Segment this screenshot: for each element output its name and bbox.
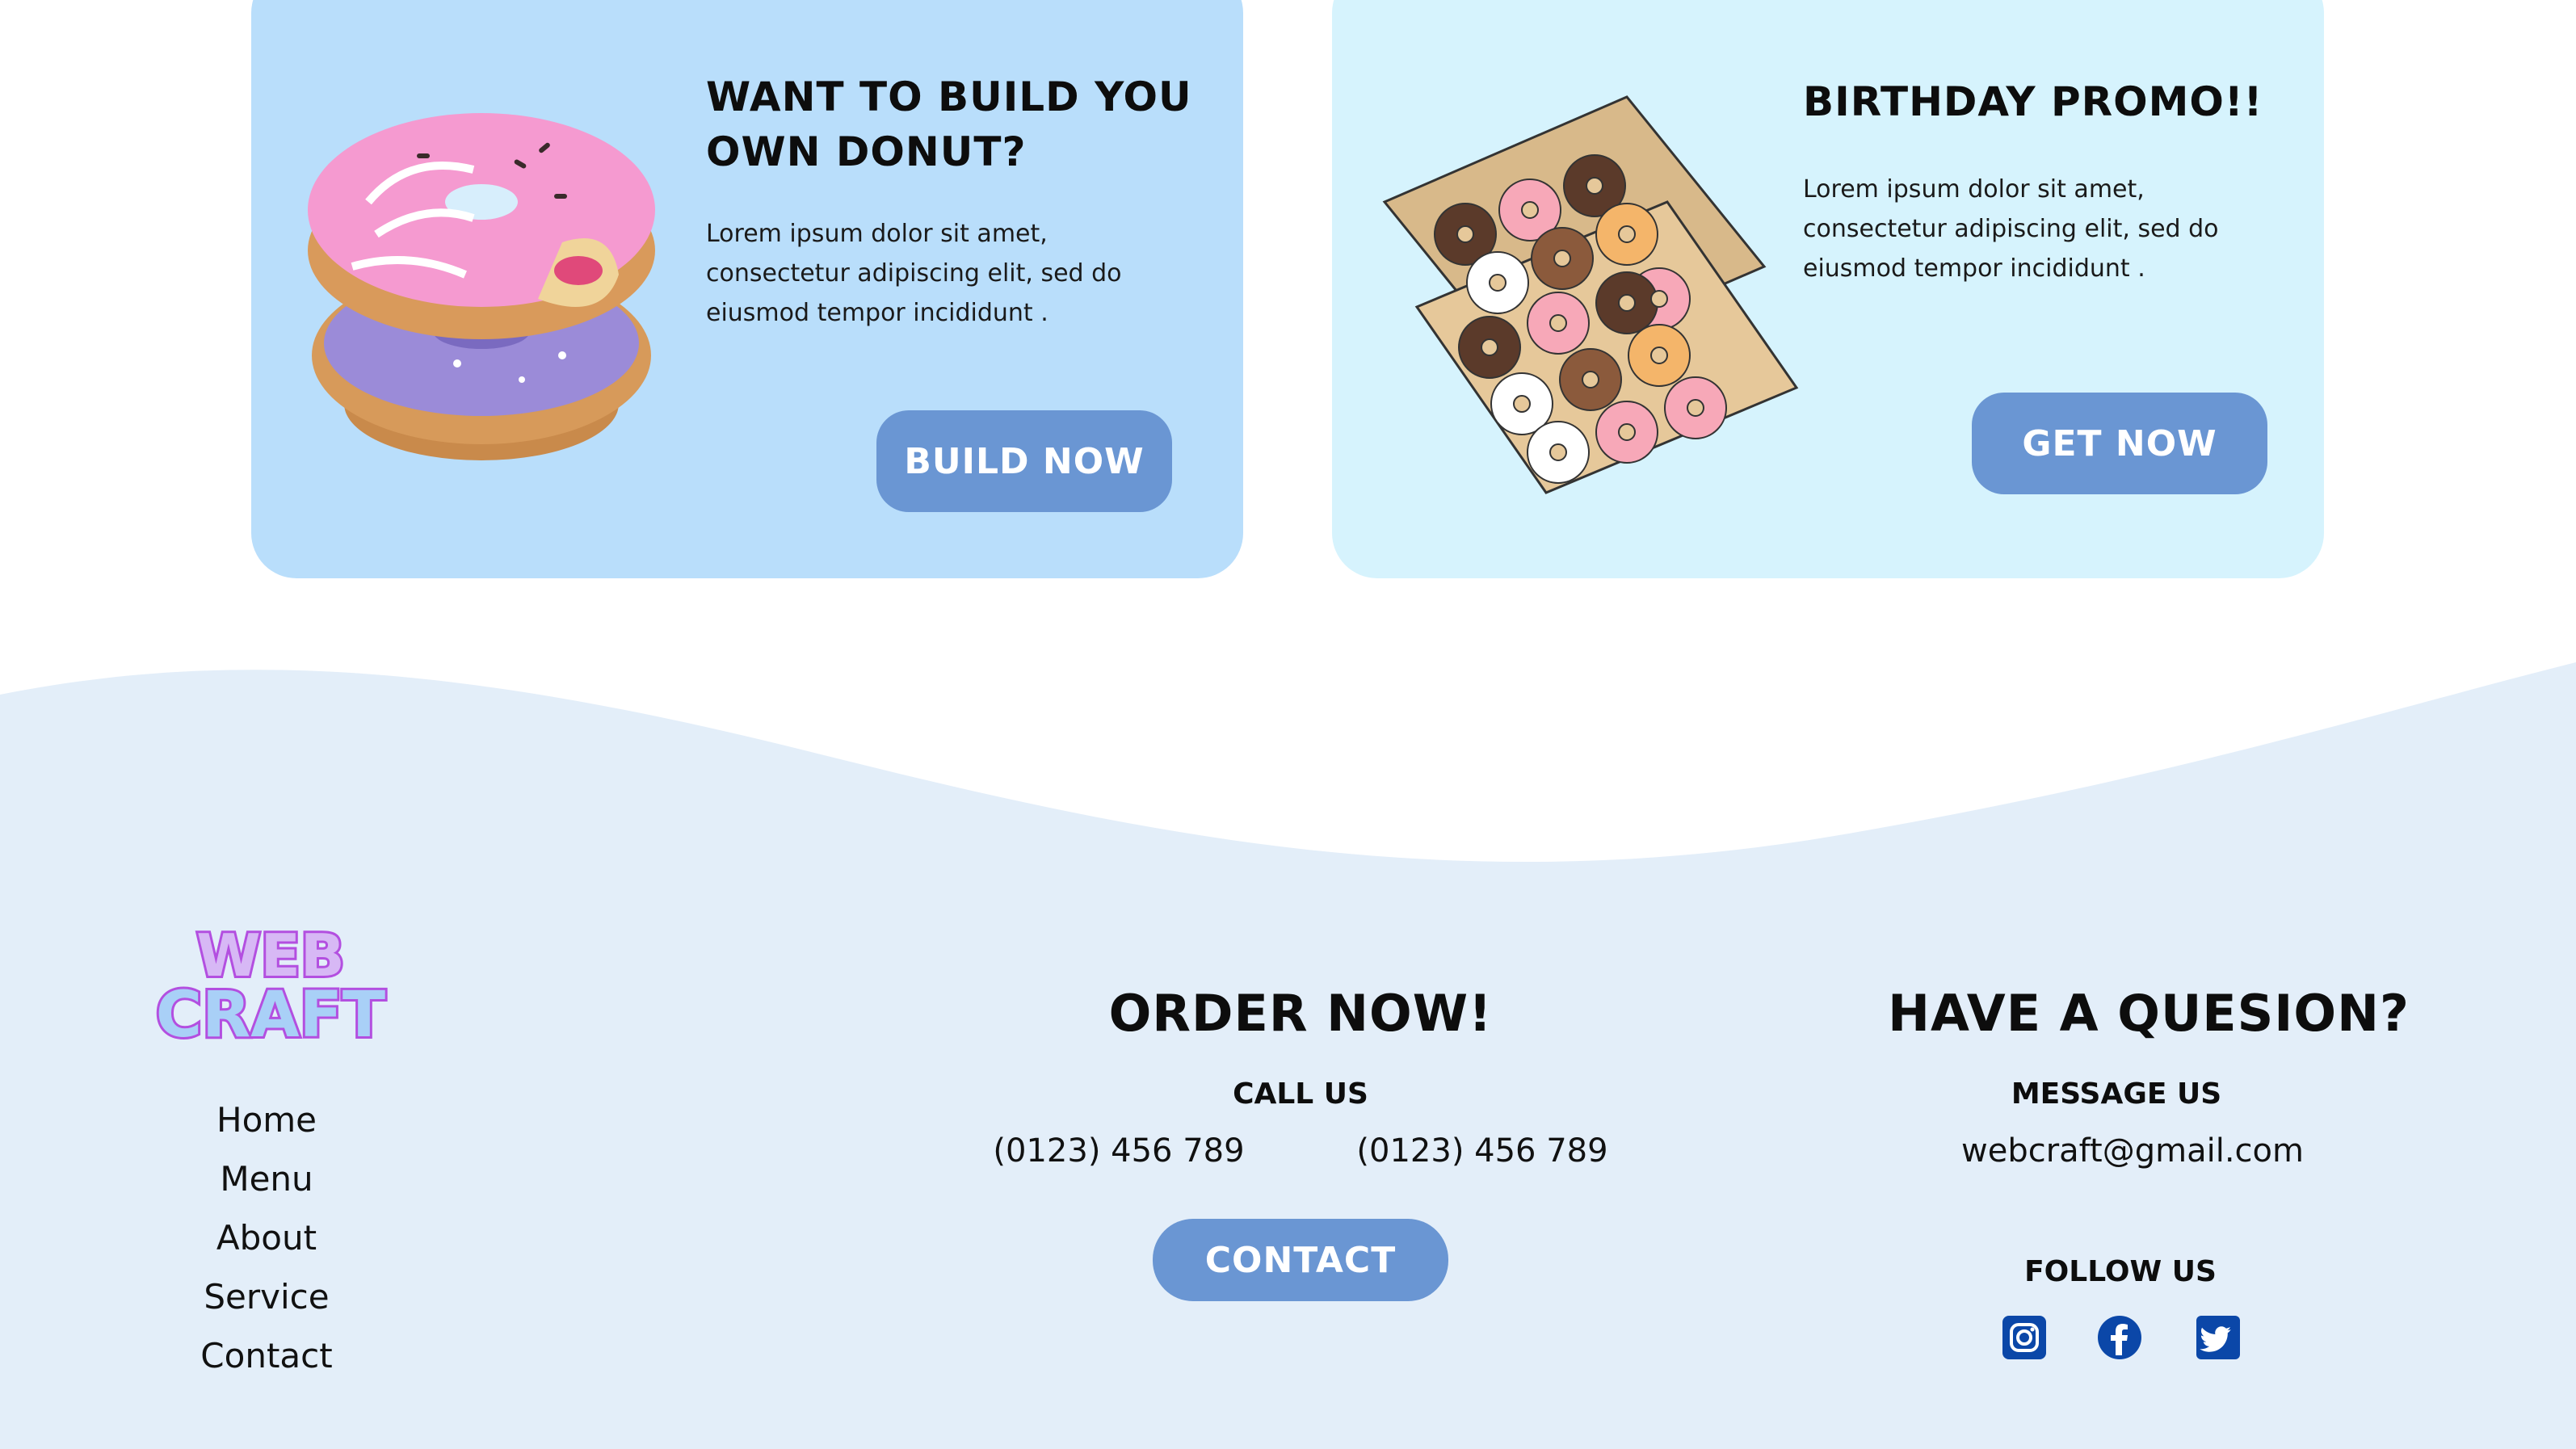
build-card-title: WANT TO BUILD YOU OWN DONUT? [706,74,1192,175]
nav-contact-link[interactable]: Contact [162,1326,372,1385]
question-title: HAVE A QUESION? [1888,984,2410,1043]
facebook-icon[interactable] [2095,1313,2144,1362]
twitter-icon[interactable] [2194,1313,2242,1362]
contact-button[interactable]: CONTACT [1153,1219,1448,1301]
webcraft-logo[interactable]: WEB CRAFT [137,919,404,1048]
follow-us-label: FOLLOW US [2024,1255,2217,1288]
footer-nav: Home Menu About Service Contact [162,1090,372,1385]
email-link[interactable]: webcraft@gmail.com [1923,1132,2343,1170]
birthday-promo-card: BIRTHDAY PROMO!! Lorem ipsum dolor sit a… [1332,0,2324,578]
build-now-button[interactable]: BUILD NOW [876,410,1172,512]
instagram-icon[interactable] [2000,1313,2049,1362]
call-us-label: CALL US [1233,1077,1368,1111]
message-us-label: MESSAGE US [2011,1077,2222,1111]
nav-menu-link[interactable]: Menu [162,1149,372,1208]
phone-number-2[interactable]: (0123) 456 789 [1333,1132,1632,1170]
donut-illustration [308,113,655,460]
footer-background-wave [0,662,2576,1449]
get-now-button[interactable]: GET NOW [1972,393,2267,494]
nav-home-link[interactable]: Home [162,1090,372,1149]
phone-number-1[interactable]: (0123) 456 789 [969,1132,1268,1170]
promo-card-title: BIRTHDAY PROMO!! [1803,78,2263,125]
nav-about-link[interactable]: About [162,1208,372,1267]
donut-box-illustration [1382,95,1799,494]
build-card-text: Lorem ipsum dolor sit amet, consectetur … [706,220,1122,327]
promo-card-text: Lorem ipsum dolor sit amet, consectetur … [1803,175,2219,283]
order-now-title: ORDER NOW! [1108,984,1493,1043]
nav-service-link[interactable]: Service [162,1267,372,1326]
build-donut-card: WANT TO BUILD YOU OWN DONUT? Lorem ipsum… [251,0,1243,578]
svg-text:CRAFT: CRAFT [156,979,385,1048]
